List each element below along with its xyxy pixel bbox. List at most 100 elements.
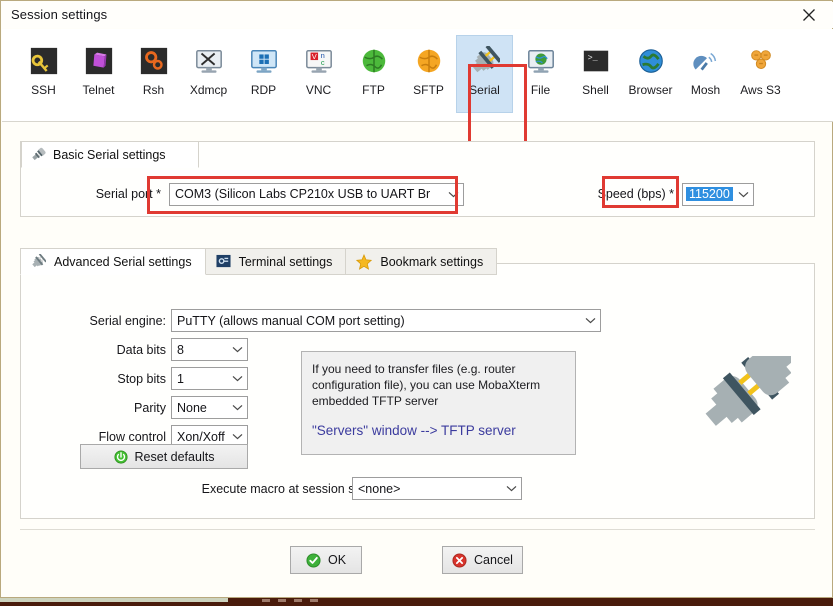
key-icon: [28, 45, 60, 77]
windows-monitor-icon: [248, 45, 280, 77]
session-type-toolbar: SSH Telnet Rsh Xdmcp RDP Vn c VNC FTP SFTP Serial F…: [2, 29, 833, 148]
tab-label: Bookmark settings: [380, 254, 484, 269]
footer-divider: [20, 529, 815, 530]
tftp-info-line-1: If you need to transfer files (e.g. rout…: [312, 362, 516, 376]
telnet-icon: [83, 45, 115, 77]
file-monitor-icon: [525, 45, 557, 77]
chevron-down-icon: [227, 433, 247, 440]
stop-bits-label: Stop bits: [117, 372, 166, 386]
blue-globe-icon: [635, 45, 667, 77]
desktop-taskbar-strip: [0, 598, 833, 606]
settings-tabstrip: Advanced Serial settings Terminal setting…: [20, 247, 498, 275]
chevron-down-icon: [580, 317, 600, 324]
session-type-label: SFTP: [413, 83, 444, 97]
xdmcp-monitor-icon: [193, 45, 225, 77]
cancel-label: Cancel: [474, 553, 513, 567]
cross-circle-icon: [452, 552, 467, 568]
data-bits-value: 8: [177, 342, 184, 357]
basic-serial-settings-panel: Basic Serial settings Serial port * COM3…: [20, 141, 815, 217]
check-circle-icon: [306, 552, 321, 568]
speed-combobox[interactable]: 115200: [682, 182, 754, 206]
chevron-down-icon: [227, 404, 247, 411]
session-type-label: Mosh: [690, 83, 721, 97]
session-type-label: FTP: [362, 83, 385, 97]
session-type-aws-s3[interactable]: Aws S3: [733, 35, 788, 105]
session-type-xdmcp[interactable]: Xdmcp: [181, 35, 236, 105]
chevron-down-icon: [227, 375, 247, 382]
session-type-label: Browser: [628, 83, 673, 97]
cancel-button[interactable]: Cancel: [442, 546, 523, 574]
gears-icon: [138, 45, 170, 77]
chevron-down-icon: [733, 191, 753, 198]
stop-bits-combobox[interactable]: 1: [171, 367, 248, 390]
session-type-rdp[interactable]: RDP: [236, 35, 291, 105]
tab-terminal-settings[interactable]: Terminal settings: [204, 248, 347, 275]
tftp-info-highlight: "Servers" window --> TFTP server: [312, 423, 516, 438]
session-type-label: Shell: [582, 83, 609, 97]
green-globe-icon: [358, 45, 390, 77]
session-type-sftp[interactable]: SFTP: [401, 35, 456, 105]
flow-control-label: Flow control: [98, 430, 166, 444]
serial-plug-large-icon: [701, 345, 798, 441]
session-type-rsh[interactable]: Rsh: [126, 35, 181, 105]
screen-root: Session settings SSH Telnet Rsh Xdmcp RDP Vn c…: [0, 0, 833, 606]
satellite-dish-icon: [690, 45, 722, 77]
taskbar-left-chip: [0, 598, 228, 602]
close-button[interactable]: [788, 2, 830, 28]
session-type-label: SSH: [31, 83, 56, 97]
ok-button[interactable]: OK: [290, 546, 362, 574]
tab-advanced-serial-settings[interactable]: Advanced Serial settings: [20, 248, 206, 275]
basic-serial-settings-tab[interactable]: Basic Serial settings: [21, 141, 199, 168]
aws-s3-icon: [745, 45, 777, 77]
serial-port-combobox[interactable]: COM3 (Silicon Labs CP210x USB to UART Br: [169, 182, 464, 206]
data-bits-combobox[interactable]: 8: [171, 338, 248, 361]
session-settings-window: Session settings SSH Telnet Rsh Xdmcp RDP Vn c…: [0, 0, 833, 598]
tftp-info-box: If you need to transfer files (e.g. rout…: [301, 351, 576, 455]
session-type-browser[interactable]: Browser: [623, 35, 678, 105]
session-type-file[interactable]: File: [513, 35, 568, 105]
session-type-ssh[interactable]: SSH: [16, 35, 71, 105]
session-type-label: Aws S3: [740, 83, 781, 97]
tab-label: Advanced Serial settings: [54, 254, 192, 269]
ok-label: OK: [327, 553, 347, 567]
svg-text:V: V: [311, 52, 316, 61]
session-type-telnet[interactable]: Telnet: [71, 35, 126, 105]
serial-port-value: COM3 (Silicon Labs CP210x USB to UART Br: [175, 187, 431, 201]
chevron-down-icon: [227, 346, 247, 353]
session-type-label: Xdmcp: [189, 83, 228, 97]
parity-value: None: [177, 400, 207, 415]
session-type-shell[interactable]: >_ Shell: [568, 35, 623, 105]
execute-macro-value: <none>: [358, 481, 401, 496]
reset-defaults-button[interactable]: Reset defaults: [80, 444, 248, 469]
chevron-down-icon: [443, 191, 463, 198]
session-type-ftp[interactable]: FTP: [346, 35, 401, 105]
power-icon: [113, 449, 128, 464]
window-titlebar: Session settings: [2, 2, 833, 28]
window-title: Session settings: [11, 7, 108, 22]
orange-globe-icon: [413, 45, 445, 77]
svg-text:>_: >_: [587, 53, 598, 63]
taskbar-dots: [262, 599, 322, 602]
serial-engine-combobox[interactable]: PuTTY (allows manual COM port setting): [171, 309, 601, 332]
tftp-info-line-3: embedded TFTP server: [312, 394, 439, 408]
star-icon: [356, 253, 373, 270]
execute-macro-combobox[interactable]: <none>: [352, 477, 522, 500]
session-type-label: File: [530, 83, 551, 97]
speed-value: 115200: [686, 187, 733, 201]
tab-bookmark-settings[interactable]: Bookmark settings: [345, 248, 498, 275]
vnc-monitor-icon: Vnc: [303, 45, 335, 77]
serial-plug-icon: [469, 45, 501, 77]
session-type-mosh[interactable]: Mosh: [678, 35, 733, 105]
execute-macro-label: Execute macro at session start:: [201, 482, 376, 496]
serial-port-label: Serial port *: [95, 187, 161, 201]
session-type-serial[interactable]: Serial: [456, 35, 513, 113]
basic-serial-settings-tab-label: Basic Serial settings: [53, 147, 166, 162]
data-bits-label: Data bits: [116, 343, 166, 357]
parity-combobox[interactable]: None: [171, 396, 248, 419]
chevron-down-icon: [501, 485, 521, 492]
stop-bits-value: 1: [177, 371, 184, 386]
session-type-label: Telnet: [82, 83, 115, 97]
reset-defaults-label: Reset defaults: [134, 449, 215, 464]
session-type-vnc[interactable]: Vn c VNC: [291, 35, 346, 105]
tftp-info-line-2: configuration file), you can use MobaXte…: [312, 378, 541, 392]
